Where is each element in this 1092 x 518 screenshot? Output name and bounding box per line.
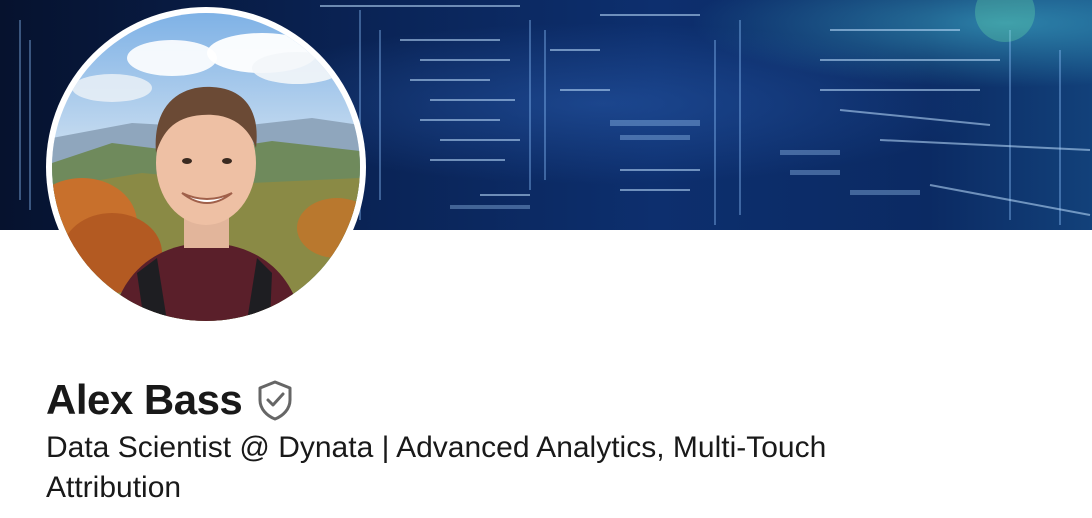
profile-headline: Data Scientist @ Dynata | Advanced Analy… [46, 431, 827, 504]
profile-name: Alex Bass [46, 376, 243, 423]
shield-check-icon[interactable] [256, 379, 294, 421]
profile-photo-image [52, 13, 360, 321]
name-row: Alex Bass [46, 372, 294, 428]
profile-photo[interactable] [46, 7, 366, 327]
profile-card: Alex Bass Data Scientist @ Dynata | Adva… [0, 0, 1092, 518]
